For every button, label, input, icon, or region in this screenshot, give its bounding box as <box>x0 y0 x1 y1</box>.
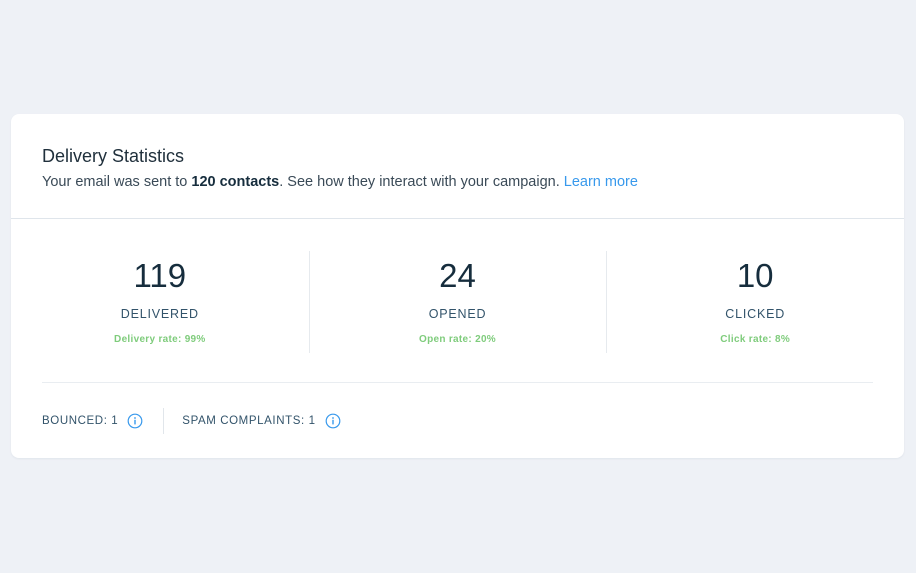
stats-row: 119 DELIVERED Delivery rate: 99% 24 OPEN… <box>11 251 904 353</box>
opened-value: 24 <box>439 257 476 294</box>
click-rate: Click rate: 8% <box>720 334 791 345</box>
spam-info-icon[interactable] <box>325 413 341 429</box>
contacts-count: 120 contacts <box>191 174 280 190</box>
subtitle-prefix: Your email was sent to <box>42 174 192 190</box>
delivery-rate: Delivery rate: 99% <box>114 334 206 345</box>
learn-more-link[interactable]: Learn more <box>564 174 638 190</box>
spam-complaints-item: SPAM COMPLAINTS: 1 <box>182 413 340 429</box>
card-subtitle: Your email was sent to 120 contacts. See… <box>42 172 904 192</box>
footer-separator <box>163 408 165 434</box>
clicked-value: 10 <box>736 257 774 294</box>
delivered-value: 119 <box>133 257 187 294</box>
card-footer: BOUNCED: 1 SPAM COMPLAINTS: 1 <box>42 408 341 434</box>
opened-label: OPENED <box>428 307 487 321</box>
stat-delivered: 119 DELIVERED Delivery rate: 99% <box>11 251 309 353</box>
stat-opened: 24 OPENED Open rate: 20% <box>308 251 607 353</box>
spam-complaints-label: SPAM COMPLAINTS: 1 <box>182 415 316 427</box>
bounced-label: BOUNCED: 1 <box>42 415 119 427</box>
bounced-info-icon[interactable] <box>127 413 143 429</box>
delivery-statistics-card: Delivery Statistics Your email was sent … <box>11 114 904 458</box>
open-rate: Open rate: 20% <box>419 334 497 345</box>
stat-clicked: 10 CLICKED Click rate: 8% <box>606 251 904 353</box>
subtitle-suffix: . See how they interact with your campai… <box>279 174 564 190</box>
card-title: Delivery Statistics <box>42 146 185 166</box>
bounced-item: BOUNCED: 1 <box>42 413 143 429</box>
delivered-label: DELIVERED <box>120 307 199 321</box>
card-header: Delivery Statistics Your email was sent … <box>11 114 904 219</box>
clicked-label: CLICKED <box>725 307 786 321</box>
footer-divider <box>42 382 873 383</box>
